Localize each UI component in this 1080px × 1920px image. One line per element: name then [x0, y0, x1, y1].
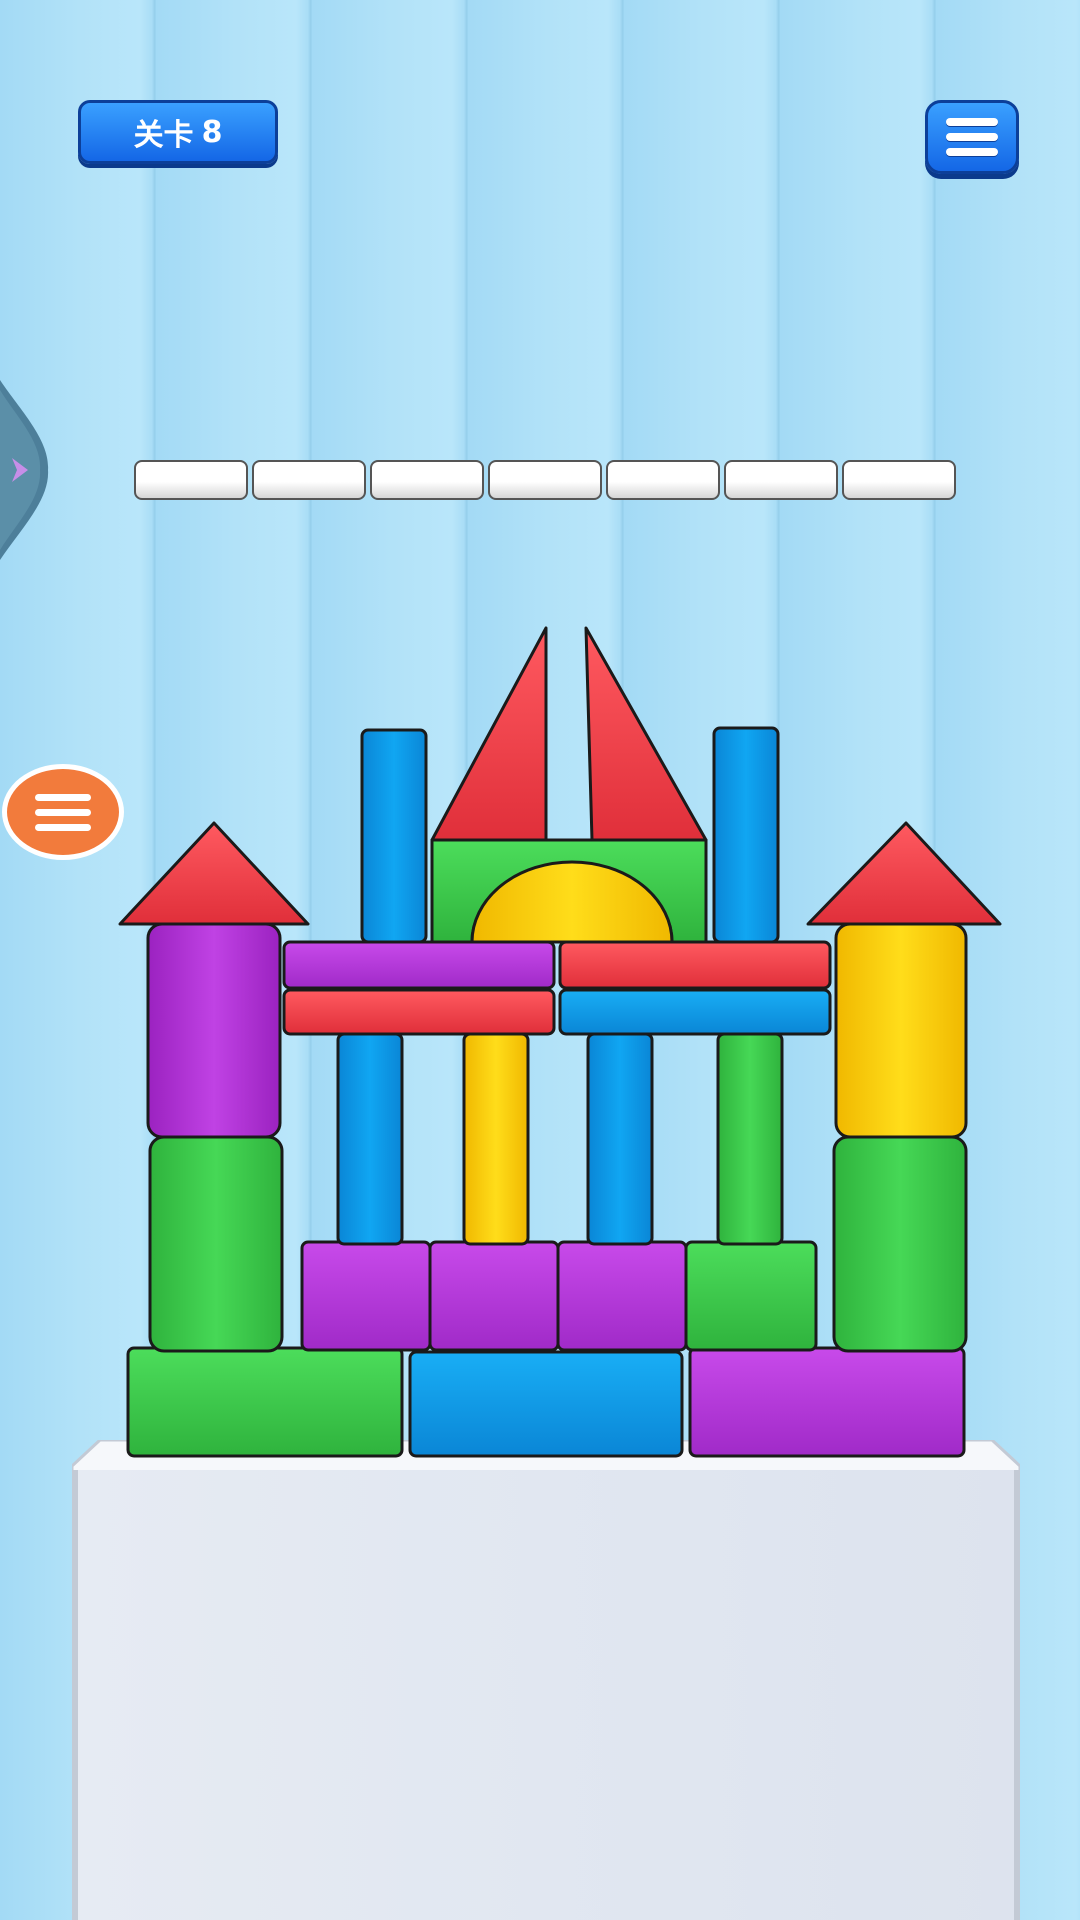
block-green-cube[interactable]	[684, 1240, 818, 1352]
block-green-base[interactable]	[126, 1346, 404, 1458]
block-red-roof-right[interactable]	[806, 821, 1002, 926]
block-purple-cube-3[interactable]	[556, 1240, 688, 1352]
block-blue-base[interactable]	[408, 1350, 684, 1458]
block-purple-beam-left[interactable]	[282, 940, 556, 990]
block-blue-pillar-1[interactable]	[336, 1032, 404, 1246]
block-blue-beam-right[interactable]	[558, 988, 832, 1036]
block-purple-cube-1[interactable]	[300, 1240, 432, 1352]
block-red-beam-right[interactable]	[558, 940, 832, 990]
block-yellow-pillar[interactable]	[462, 1032, 530, 1246]
block-blue-tall-right[interactable]	[712, 726, 780, 944]
block-green-cylinder-right[interactable]	[832, 1135, 968, 1353]
block-purple-cylinder-left[interactable]	[146, 922, 282, 1139]
block-purple-base[interactable]	[688, 1346, 966, 1458]
block-red-triangle-left[interactable]	[430, 626, 548, 842]
block-green-pillar[interactable]	[716, 1032, 784, 1246]
block-yellow-cylinder-right[interactable]	[834, 922, 968, 1139]
block-red-triangle-right[interactable]	[584, 626, 708, 842]
block-blue-tall-left[interactable]	[360, 728, 428, 944]
block-castle	[118, 626, 1002, 1458]
block-red-beam-left[interactable]	[282, 988, 556, 1036]
block-blue-pillar-2[interactable]	[586, 1032, 654, 1246]
block-red-roof-left[interactable]	[118, 821, 310, 926]
block-purple-cube-2[interactable]	[428, 1240, 560, 1352]
block-green-cylinder-left[interactable]	[148, 1135, 284, 1353]
